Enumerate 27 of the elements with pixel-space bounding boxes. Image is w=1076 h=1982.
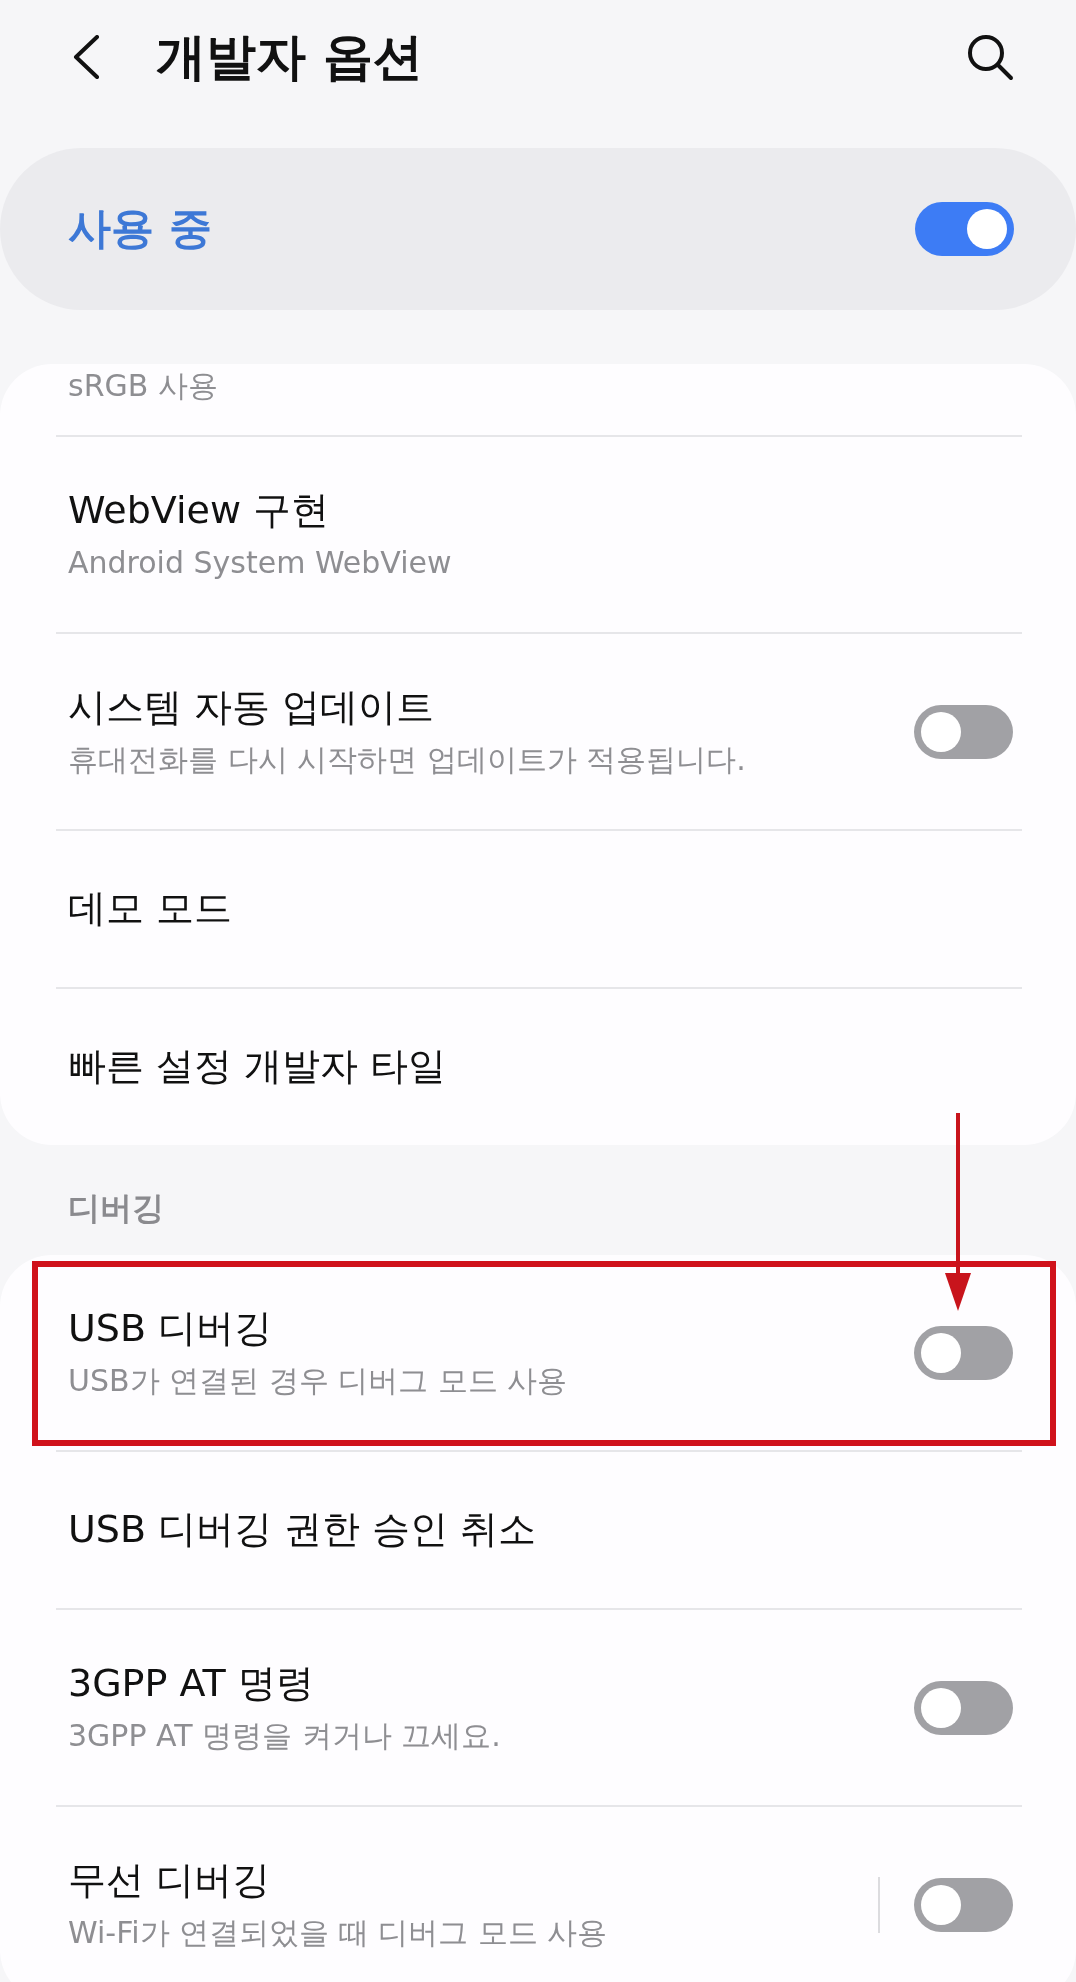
toggle-switch[interactable]: [914, 1877, 1013, 1932]
setting-title[interactable]: 무선 디버깅: [68, 1857, 271, 1905]
setting-description: Wi-Fi가 연결되었을 때 디버그 모드 사용: [68, 1913, 608, 1952]
chevron-left-icon: [72, 35, 100, 79]
setting-description: 휴대전화를 다시 시작하면 업데이트가 적용됩니다.: [68, 740, 746, 779]
setting-title[interactable]: 데모 모드: [68, 885, 233, 933]
master-switch-bar[interactable]: 사용 중: [0, 148, 1076, 310]
setting-title[interactable]: 3GPP AT 명령: [68, 1660, 314, 1708]
setting-title[interactable]: 빠른 설정 개발자 타일: [68, 1043, 447, 1091]
toggle-switch[interactable]: [914, 1325, 1013, 1380]
toggle-switch[interactable]: [914, 704, 1013, 759]
back-button[interactable]: [72, 35, 100, 79]
setting-description: sRGB 사용: [68, 368, 218, 403]
section-heading: 디버깅: [68, 1189, 164, 1227]
setting-description: 3GPP AT 명령을 켜거나 끄세요.: [68, 1716, 501, 1755]
setting-description: Android System WebView: [68, 543, 452, 582]
setting-title[interactable]: 시스템 자동 업데이트: [68, 684, 435, 732]
setting-title[interactable]: USB 디버깅 권한 승인 취소: [68, 1506, 537, 1554]
setting-description: USB가 연결된 경우 디버그 모드 사용: [68, 1361, 568, 1400]
toggle-switch[interactable]: [915, 202, 1014, 256]
toggle-switch[interactable]: [914, 1680, 1013, 1735]
master-switch-label: 사용 중: [68, 202, 212, 255]
search-icon: [966, 33, 1014, 81]
setting-title[interactable]: USB 디버깅: [68, 1305, 273, 1353]
page-title: 개발자 옵션: [156, 26, 425, 88]
search-button[interactable]: [966, 33, 1014, 81]
setting-title[interactable]: WebView 구현: [68, 487, 330, 535]
